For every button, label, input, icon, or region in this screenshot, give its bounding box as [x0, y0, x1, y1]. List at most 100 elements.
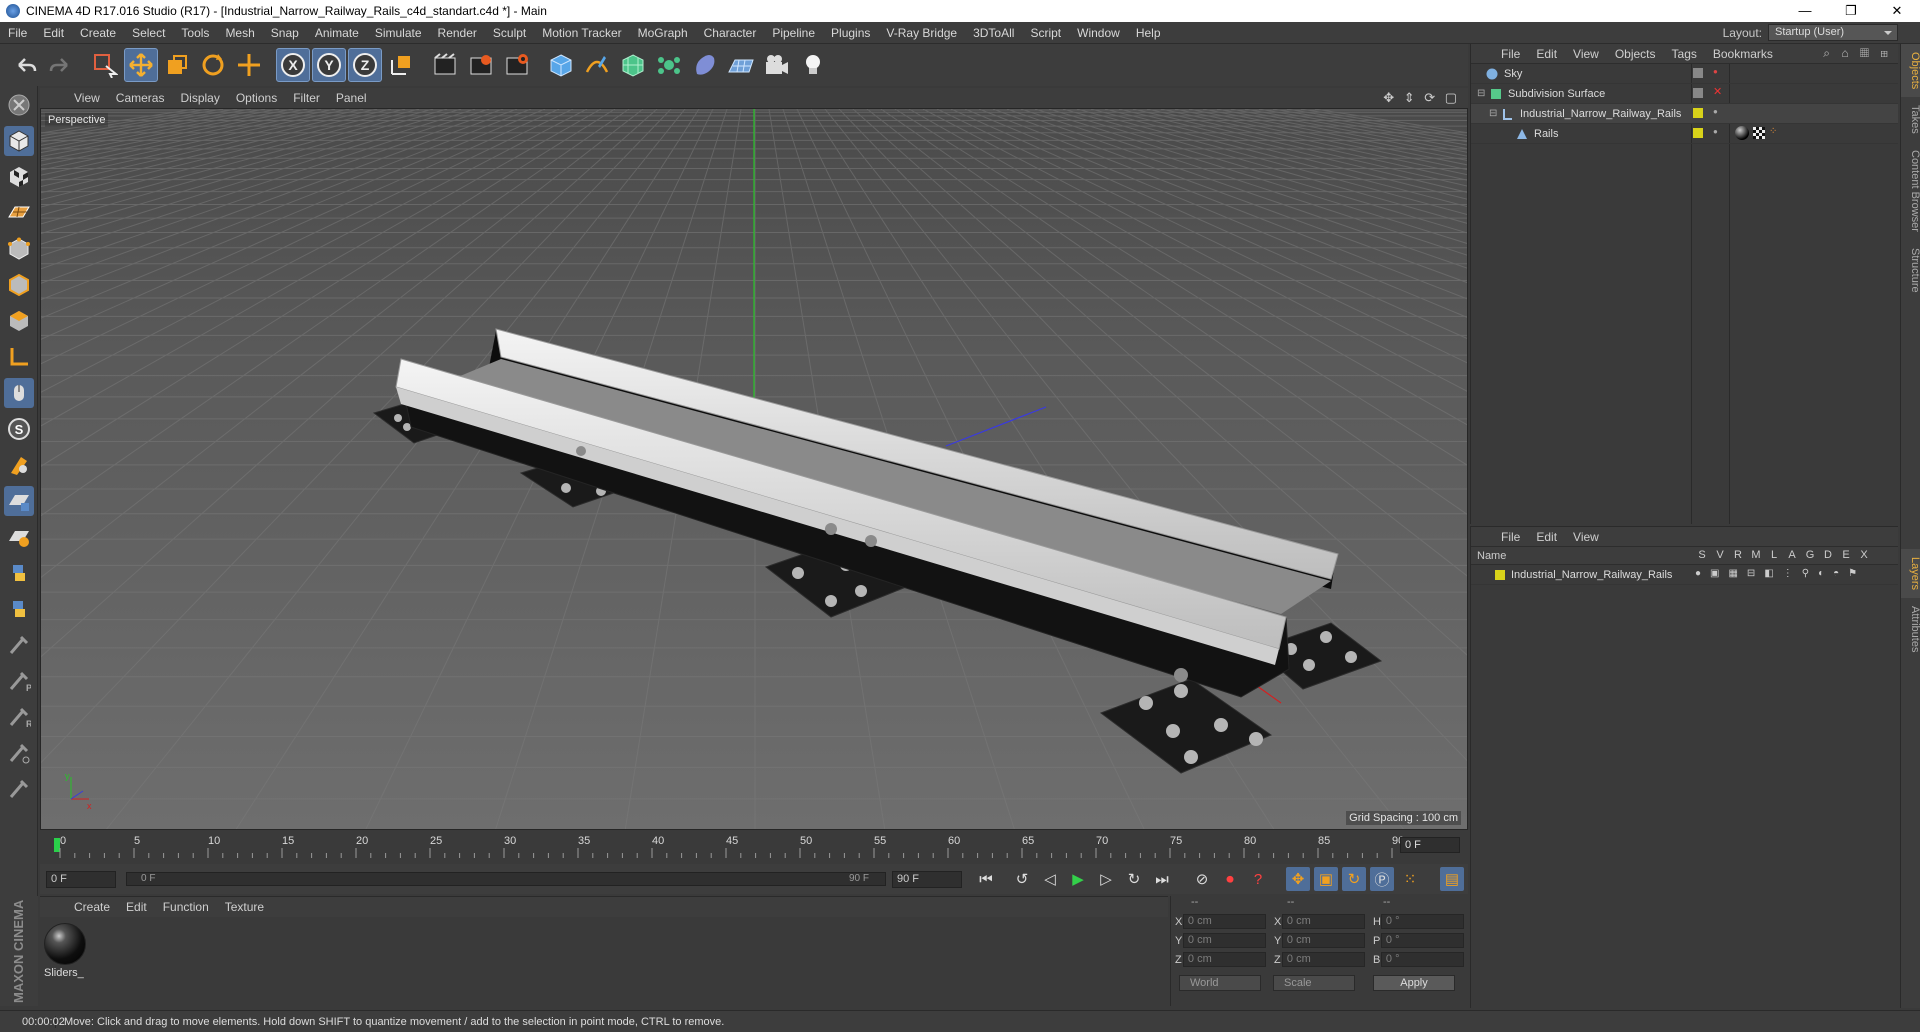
object-visibility-toggle[interactable]	[1693, 68, 1703, 78]
go-to-end-icon[interactable]: ⏭	[1150, 867, 1174, 891]
end-frame-field[interactable]: 90 F	[892, 870, 962, 888]
object-search-icons[interactable]: ⌕ ⌂ ▦ ⊞	[1823, 46, 1892, 61]
menu-window[interactable]: Window	[1069, 26, 1128, 40]
edges-mode-icon[interactable]	[4, 270, 34, 300]
object-row-railway-rails[interactable]: ⊟ Industrial_Narrow_Railway_Rails ●	[1471, 104, 1898, 124]
viewport-menu-view[interactable]: View	[66, 91, 108, 105]
menu-3dtoall[interactable]: 3DToAll	[965, 26, 1022, 40]
object-visibility-toggle[interactable]	[1693, 88, 1703, 98]
timeline[interactable]: 0 5 10 15 20 25 30 35 40 45 50 55 60 65 …	[40, 832, 1468, 862]
viewport-nav-icons[interactable]: ✥ ⇕ ⟳ ▢	[1383, 90, 1460, 106]
menu-simulate[interactable]: Simulate	[367, 26, 430, 40]
maximize-button[interactable]: ❐	[1828, 0, 1874, 22]
timeline-window-icon[interactable]: ▤	[1440, 867, 1464, 891]
layer-menu-view[interactable]: View	[1565, 530, 1607, 544]
viewport-menu-display[interactable]: Display	[172, 91, 227, 105]
coordinate-system-dropdown[interactable]: World	[1179, 975, 1261, 991]
material-name[interactable]: Sliders_	[44, 967, 84, 979]
polygons-mode-icon[interactable]	[4, 306, 34, 336]
tool-extra-icon[interactable]	[4, 774, 34, 804]
position-x-field[interactable]: 0 cm	[1182, 914, 1266, 929]
previous-frame-icon[interactable]: ◁	[1038, 867, 1062, 891]
object-menu-objects[interactable]: Objects	[1607, 47, 1664, 61]
rotate-icon[interactable]	[196, 48, 230, 82]
side-tab-takes[interactable]: Takes	[1901, 97, 1920, 142]
layer-menu-file[interactable]: File	[1493, 530, 1528, 544]
phong-tag-icon[interactable]: ⁘	[1769, 126, 1777, 137]
key-scale-icon[interactable]: ▣	[1314, 867, 1338, 891]
object-dot-icon[interactable]: ●	[1713, 127, 1718, 136]
texture-mode-icon[interactable]	[4, 162, 34, 192]
menu-snap[interactable]: Snap	[263, 26, 307, 40]
solo-icon[interactable]: S	[4, 414, 34, 444]
position-z-field[interactable]: 0 cm	[1182, 952, 1266, 967]
viewport-menu-options[interactable]: Options	[228, 91, 285, 105]
model-mode-icon[interactable]	[4, 126, 34, 156]
rotation-h-field[interactable]: 0 °	[1380, 914, 1464, 929]
edit-render-settings-icon[interactable]	[500, 48, 534, 82]
texture-tag-icon[interactable]	[1753, 127, 1765, 139]
timeline-ruler[interactable]: 0 5 10 15 20 25 30 35 40 45 50 55 60 65 …	[54, 832, 1404, 862]
disabled-x-icon[interactable]: ✕	[1713, 85, 1722, 98]
material-swatch[interactable]	[44, 923, 86, 965]
size-mode-dropdown[interactable]: Scale	[1273, 975, 1355, 991]
material-tag-icon[interactable]	[1735, 126, 1749, 140]
subdivision-icon[interactable]	[616, 48, 650, 82]
points-mode-icon[interactable]	[4, 234, 34, 264]
object-row-subdivision-surface[interactable]: ⊟ Subdivision Surface ✕	[1471, 84, 1898, 104]
menu-animate[interactable]: Animate	[307, 26, 367, 40]
array-icon[interactable]	[652, 48, 686, 82]
size-z-field[interactable]: 0 cm	[1281, 952, 1365, 967]
grid-lock-icon[interactable]	[4, 522, 34, 552]
rotation-b-field[interactable]: 0 °	[1380, 952, 1464, 967]
light-icon[interactable]	[796, 48, 830, 82]
side-tab-layers[interactable]: Layers	[1901, 548, 1920, 598]
key-position-icon[interactable]: ✥	[1286, 867, 1310, 891]
side-tab-objects[interactable]: Objects	[1901, 44, 1920, 98]
side-tab-attributes[interactable]: Attributes	[1901, 598, 1920, 660]
layer-color-swatch[interactable]	[1693, 108, 1703, 118]
redo-icon[interactable]	[44, 48, 78, 82]
menu-mograph[interactable]: MoGraph	[630, 26, 696, 40]
perspective-viewport[interactable]: y x Perspective Grid Spacing : 100 cm	[40, 108, 1468, 830]
menu-render[interactable]: Render	[430, 26, 485, 40]
start-frame-field[interactable]: 0 F	[46, 870, 116, 888]
menu-create[interactable]: Create	[72, 26, 124, 40]
render-view-icon[interactable]	[428, 48, 462, 82]
object-menu-edit[interactable]: Edit	[1528, 47, 1565, 61]
menu-pipeline[interactable]: Pipeline	[764, 26, 823, 40]
object-menu-bookmarks[interactable]: Bookmarks	[1705, 47, 1781, 61]
snap-icon[interactable]	[4, 450, 34, 480]
menu-help[interactable]: Help	[1128, 26, 1169, 40]
object-menu-tags[interactable]: Tags	[1664, 47, 1705, 61]
viewport-menu-panel[interactable]: Panel	[328, 91, 375, 105]
object-dot-icon[interactable]: ●	[1713, 67, 1718, 76]
collapse-icon[interactable]: ⊟	[1489, 108, 1501, 119]
material-menu-texture[interactable]: Texture	[217, 900, 272, 914]
menu-select[interactable]: Select	[124, 26, 173, 40]
side-tab-content-browser[interactable]: Content Browser	[1901, 142, 1920, 240]
menu-mesh[interactable]: Mesh	[217, 26, 262, 40]
python-alt-icon[interactable]	[4, 594, 34, 624]
z-axis-icon[interactable]: Z	[348, 48, 382, 82]
menu-sculpt[interactable]: Sculpt	[485, 26, 534, 40]
tool-paint-icon[interactable]: P	[4, 666, 34, 696]
make-editable-icon[interactable]	[4, 90, 34, 120]
floor-icon[interactable]	[724, 48, 758, 82]
workplane-mode-icon[interactable]	[4, 198, 34, 228]
tweak-mode-icon[interactable]	[4, 378, 34, 408]
size-y-field[interactable]: 0 cm	[1281, 933, 1365, 948]
position-y-field[interactable]: 0 cm	[1182, 933, 1266, 948]
menu-vray-bridge[interactable]: V-Ray Bridge	[878, 26, 965, 40]
layer-color-swatch[interactable]	[1693, 128, 1703, 138]
menu-motion-tracker[interactable]: Motion Tracker	[534, 26, 629, 40]
menu-file[interactable]: File	[0, 26, 35, 40]
cube-primitive-icon[interactable]	[544, 48, 578, 82]
move-multi-icon[interactable]	[232, 48, 266, 82]
axis-mode-icon[interactable]	[4, 342, 34, 372]
world-coords-icon[interactable]	[384, 48, 418, 82]
object-menu-view[interactable]: View	[1565, 47, 1607, 61]
menu-character[interactable]: Character	[696, 26, 765, 40]
move-icon[interactable]	[124, 48, 158, 82]
material-menu-function[interactable]: Function	[155, 900, 217, 914]
